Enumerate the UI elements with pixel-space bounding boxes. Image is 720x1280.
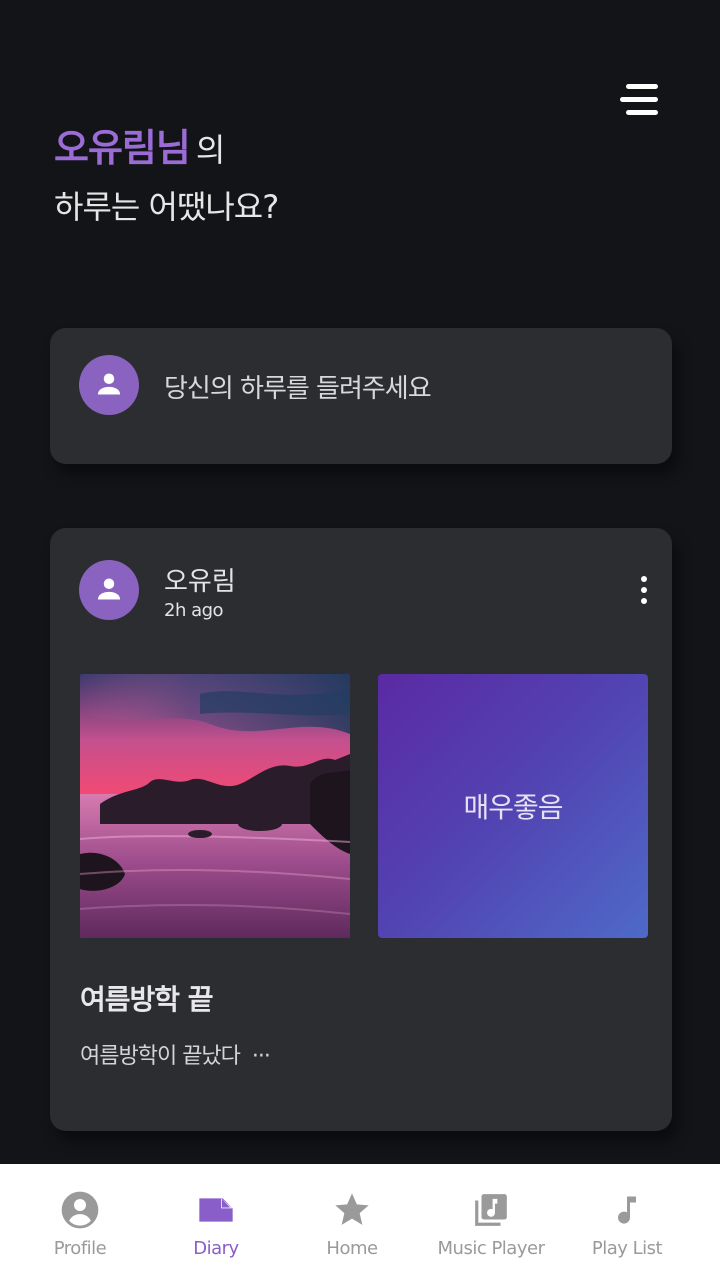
avatar: [79, 355, 139, 415]
compose-card[interactable]: 당신의 하루를 들려주세요: [50, 328, 672, 464]
post-author: 오유림: [164, 567, 236, 597]
nav-label-play-list: Play List: [591, 1238, 663, 1259]
diary-post-card[interactable]: 오유림 2h ago 매우좋음 여름방학 끝 여름방학이 끝났다 ···: [50, 528, 672, 1131]
avatar: [79, 560, 139, 620]
more-vert-icon-dot: [641, 576, 647, 582]
more-options-button[interactable]: [636, 576, 652, 606]
mood-label: 매우좋음: [463, 791, 563, 824]
post-title: 여름방학 끝: [80, 983, 214, 1016]
music-library-icon: [471, 1190, 511, 1230]
music-note-icon: [607, 1190, 647, 1230]
post-body-text: 여름방학이 끝났다: [80, 1044, 241, 1069]
menu-icon-bar-bottom: [626, 110, 658, 115]
nav-item-diary[interactable]: Diary: [166, 1164, 266, 1280]
nav-item-home[interactable]: Home: [302, 1164, 402, 1280]
nav-item-play-list[interactable]: Play List: [582, 1164, 672, 1280]
menu-icon-bar-top: [626, 84, 658, 89]
greeting-line-1: 오유림님 의: [54, 124, 278, 174]
bottom-navigation: Profile Diary Home Music Player Play Lis…: [0, 1164, 720, 1280]
post-more-ellipsis[interactable]: ···: [252, 1044, 271, 1069]
person-icon: [97, 373, 121, 395]
note-icon: [196, 1190, 236, 1230]
greeting-question: 하루는 어땠나요?: [54, 188, 279, 226]
more-vert-icon-dot: [641, 587, 647, 593]
nav-label-home: Home: [326, 1238, 378, 1259]
account-circle-icon: [60, 1190, 100, 1230]
compose-prompt: 당신의 하루를 들려주세요: [164, 374, 432, 404]
greeting-suffix: 의: [195, 131, 225, 169]
menu-button[interactable]: [614, 84, 658, 118]
nav-label-diary: Diary: [193, 1238, 239, 1259]
star-icon: [332, 1190, 372, 1230]
post-time: 2h ago: [164, 600, 224, 621]
person-icon: [97, 578, 121, 600]
post-photo[interactable]: [80, 674, 350, 938]
mood-card[interactable]: 매우좋음: [378, 674, 648, 938]
user-name: 오유림님: [54, 126, 191, 170]
greeting: 오유림님 의 하루는 어땠나요?: [54, 124, 279, 230]
post-body: 여름방학이 끝났다 ···: [80, 1038, 271, 1070]
sunset-sea-image: [80, 674, 350, 938]
more-vert-icon-dot: [641, 598, 647, 604]
nav-item-profile[interactable]: Profile: [30, 1164, 130, 1280]
nav-item-music-player[interactable]: Music Player: [430, 1164, 552, 1280]
nav-label-profile: Profile: [53, 1238, 107, 1259]
menu-icon-bar-middle: [620, 97, 658, 102]
nav-label-music-player: Music Player: [437, 1238, 545, 1259]
